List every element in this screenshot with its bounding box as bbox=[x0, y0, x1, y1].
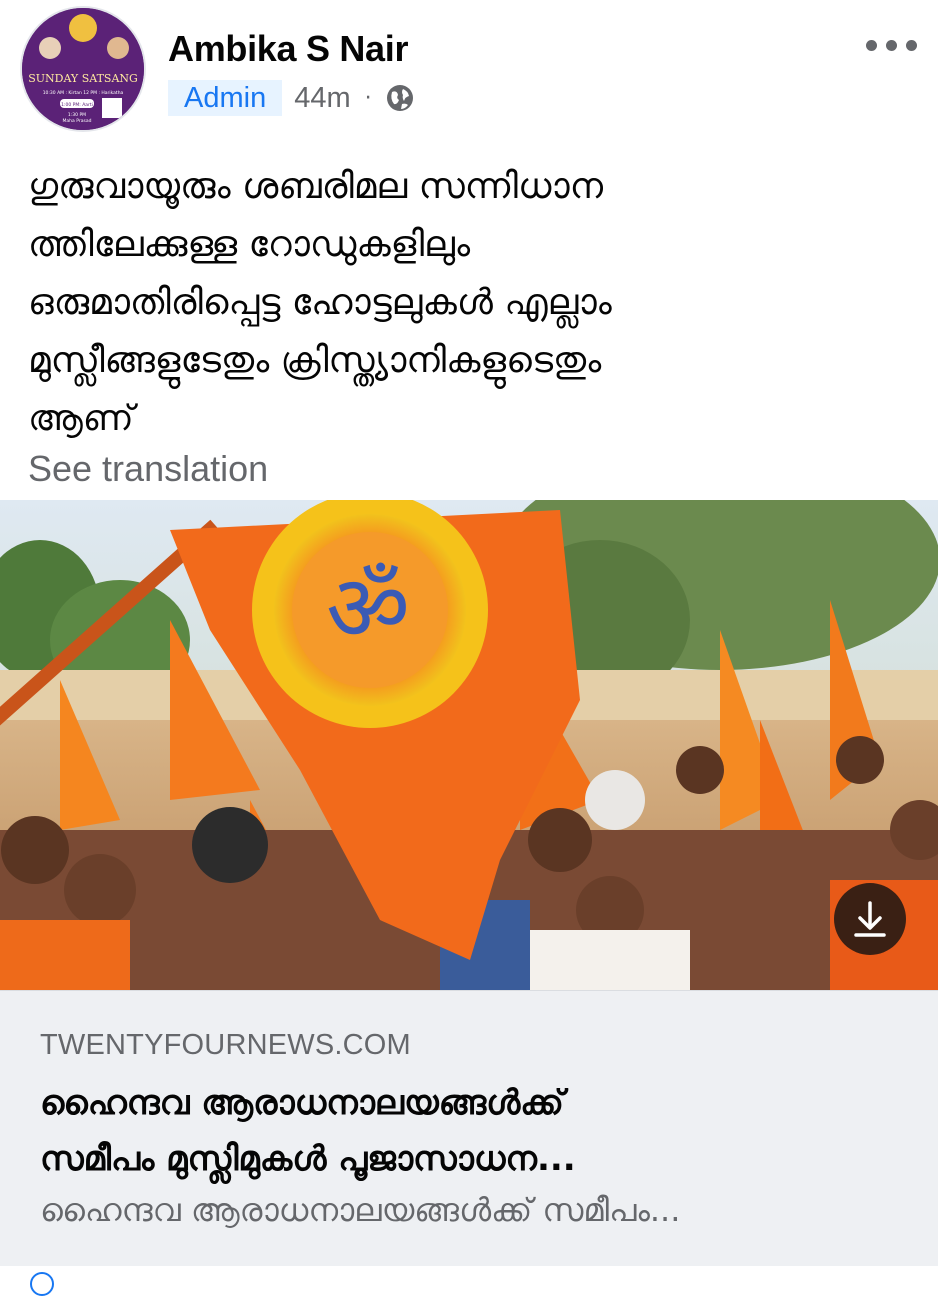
post-text-line: ത്തിലേക്കുള്ള റോഡുകളിലും bbox=[28, 224, 471, 265]
see-translation-link[interactable]: See translation bbox=[28, 448, 268, 490]
avatar-portrait-right bbox=[107, 37, 129, 59]
rally-photo: ॐ bbox=[0, 500, 938, 990]
link-headline-line: ഹൈന്ദവ ആരാധനാലയങ്ങൾക്ക് bbox=[40, 1083, 564, 1123]
om-symbol: ॐ bbox=[326, 555, 410, 662]
download-icon bbox=[854, 901, 886, 937]
link-description: ഹൈന്ദവ ആരാധനാലയങ്ങൾക്ക് സമീപം... bbox=[40, 1191, 681, 1229]
avatar-portrait-left bbox=[39, 37, 61, 59]
link-domain: TWENTYFOURNEWS.COM bbox=[40, 1029, 411, 1061]
post-text-line: മുസ്ലീങ്ങളുടേതും ക്രിസ്ത്യാനികളുടെതും bbox=[28, 340, 602, 381]
reaction-icon bbox=[30, 1272, 54, 1296]
post-text-line: ഗുരുവായൂരും ശബരിമല സന്നിധാന bbox=[28, 166, 604, 207]
link-headline-line: സമീപം മുസ്ലിമുകൾ പൂജാസാധന... bbox=[40, 1139, 576, 1179]
author-avatar[interactable]: SUNDAY SATSANG 10:30 AM : Kirtan 12 PM :… bbox=[22, 8, 144, 130]
post-footer-edge bbox=[0, 1266, 938, 1280]
avatar-line3: 1:30 PM bbox=[68, 112, 86, 118]
avatar-title: SUNDAY SATSANG bbox=[28, 72, 138, 85]
download-button[interactable] bbox=[834, 883, 906, 955]
post-text-line: ആണ് bbox=[28, 398, 134, 439]
link-headline: ഹൈന്ദവ ആരാധനാലയങ്ങൾക്ക് സമീപം മുസ്ലിമുകൾ… bbox=[40, 1075, 910, 1187]
avatar-line2: 1:00 PM: Aarti bbox=[61, 102, 93, 108]
link-preview-image[interactable]: ॐ bbox=[0, 500, 938, 990]
post-meta: Admin 44m · bbox=[168, 80, 416, 116]
link-preview-card[interactable]: TWENTYFOURNEWS.COM ഹൈന്ദവ ആരാധനാലയങ്ങൾക്… bbox=[0, 990, 938, 1267]
post-timestamp[interactable]: 44m bbox=[294, 82, 350, 115]
post-body-text: ഗുരുവായൂരും ശബരിമല സന്നിധാന ത്തിലേക്കുള്… bbox=[28, 158, 908, 448]
avatar-line4: Maha Prasad bbox=[63, 118, 92, 124]
post-text-line: ഒരുമാതിരിപ്പെട്ട ഹോട്ടലുകൾ എല്ലാം bbox=[28, 282, 612, 323]
avatar-line1: 10:30 AM : Kirtan 12 PM : Harikatha bbox=[43, 90, 124, 96]
globe-icon[interactable] bbox=[384, 82, 416, 114]
meta-separator: · bbox=[364, 85, 372, 111]
admin-badge[interactable]: Admin bbox=[168, 80, 283, 116]
avatar-qr-code bbox=[102, 98, 122, 118]
author-name[interactable]: Ambika S Nair bbox=[168, 28, 409, 70]
more-options-icon[interactable] bbox=[866, 36, 918, 56]
avatar-image: SUNDAY SATSANG 10:30 AM : Kirtan 12 PM :… bbox=[22, 8, 144, 130]
avatar-deity-figure bbox=[69, 14, 97, 42]
post-header: SUNDAY SATSANG 10:30 AM : Kirtan 12 PM :… bbox=[0, 0, 938, 140]
